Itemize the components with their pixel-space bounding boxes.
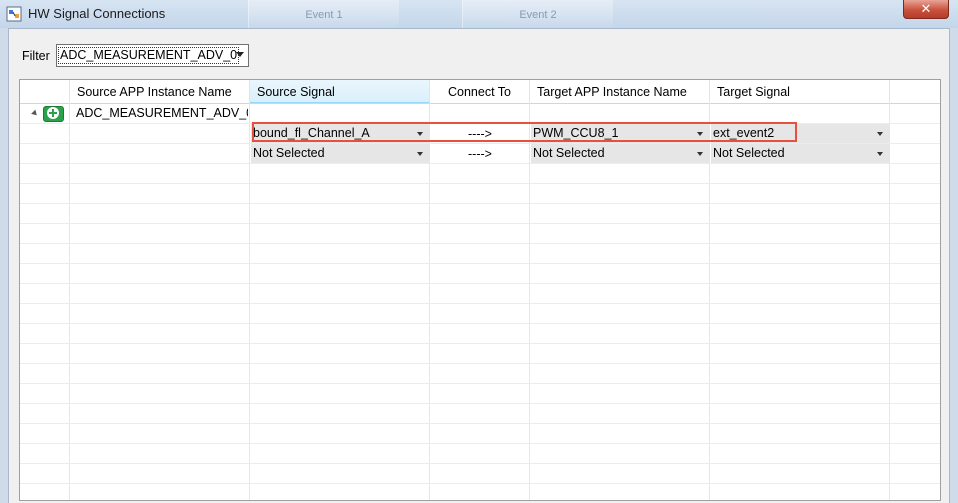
grid-line (20, 283, 940, 284)
chevron-down-icon[interactable] (417, 132, 423, 136)
filter-label: Filter (22, 49, 50, 63)
column-header-source-instance[interactable]: Source APP Instance Name (70, 80, 250, 103)
target-instance-value: Not Selected (533, 146, 605, 160)
connect-to-arrow: ----> (468, 127, 492, 141)
add-circle-icon[interactable] (43, 106, 64, 122)
source-signal-value: bound_fl_Channel_A (253, 126, 370, 140)
column-header-connect-to[interactable]: Connect To (430, 80, 530, 103)
app-window-icon (6, 6, 22, 22)
target-signal-value: ext_event2 (713, 126, 775, 140)
grid-line (20, 463, 940, 464)
window-title-bar: HW Signal Connections Event 1 Event 2 ✕ (0, 0, 958, 28)
chevron-down-icon[interactable] (877, 152, 883, 156)
target-signal-dropdown[interactable]: Not Selected (711, 144, 889, 163)
column-header-target-signal[interactable]: Target Signal (710, 80, 890, 103)
target-signal-value: Not Selected (713, 146, 785, 160)
grid-line (20, 443, 940, 444)
grid-line (20, 223, 940, 224)
source-signal-value: Not Selected (253, 146, 325, 160)
chevron-down-icon[interactable] (697, 152, 703, 156)
grid-line (20, 363, 940, 364)
grid-line (20, 403, 940, 404)
column-header-target-instance[interactable]: Target APP Instance Name (530, 80, 710, 103)
source-signal-dropdown[interactable]: bound_fl_Channel_A (251, 124, 429, 143)
chevron-down-icon[interactable] (877, 132, 883, 136)
grid-line (20, 203, 940, 204)
column-header-source-signal[interactable]: Source Signal (250, 80, 430, 103)
chevron-down-icon[interactable] (236, 52, 244, 57)
source-signal-dropdown[interactable]: Not Selected (251, 144, 429, 163)
column-header-filler (890, 80, 940, 103)
background-tab-2: Event 2 (462, 0, 613, 28)
grid-line (20, 323, 940, 324)
target-instance-dropdown[interactable]: Not Selected (531, 144, 709, 163)
chevron-down-icon[interactable] (417, 152, 423, 156)
grid-line (20, 423, 940, 424)
target-instance-value: PWM_CCU8_1 (533, 126, 619, 140)
filter-dropdown[interactable]: ADC_MEASUREMENT_ADV_0 (56, 44, 249, 67)
grid-line (20, 303, 940, 304)
column-header-tree[interactable] (20, 80, 70, 103)
dialog-body: Filter ADC_MEASUREMENT_ADV_0 Source APP … (8, 28, 950, 503)
connect-to-arrow: ----> (468, 147, 492, 161)
filter-selected-value: ADC_MEASUREMENT_ADV_0 (57, 47, 240, 64)
grid-line (20, 343, 940, 344)
group-instance-name: ADC_MEASUREMENT_ADV_0 (76, 106, 248, 120)
collapse-toggle-icon[interactable] (31, 109, 39, 118)
grid-line (20, 383, 940, 384)
table-header: Source APP Instance Name Source Signal C… (20, 80, 940, 104)
grid-line (20, 263, 940, 264)
grid-line (20, 243, 940, 244)
close-button[interactable]: ✕ (903, 0, 949, 19)
target-instance-dropdown[interactable]: PWM_CCU8_1 (531, 124, 709, 143)
grid-line (20, 483, 940, 484)
background-tab-1: Event 1 (248, 0, 399, 28)
signal-connections-table: Source APP Instance Name Source Signal C… (19, 79, 941, 501)
window-title: HW Signal Connections (28, 6, 166, 21)
target-signal-dropdown[interactable]: ext_event2 (711, 124, 889, 143)
grid-line (20, 183, 940, 184)
chevron-down-icon[interactable] (697, 132, 703, 136)
